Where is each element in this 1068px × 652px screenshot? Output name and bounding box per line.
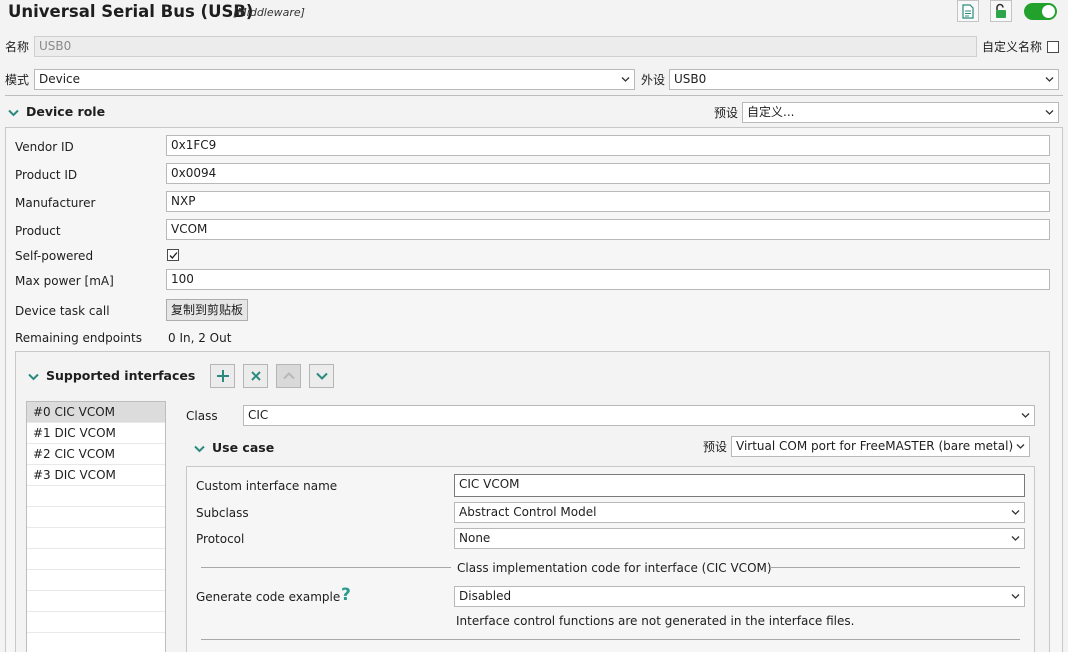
- add-icon[interactable]: [210, 364, 235, 388]
- product-id-label: Product ID: [15, 168, 78, 182]
- protocol-select-value: None: [459, 531, 491, 545]
- manufacturer-input[interactable]: NXP: [166, 191, 1050, 212]
- list-empty-row: [27, 549, 165, 570]
- name-input: USB0: [34, 36, 977, 57]
- checkmark-icon: [169, 252, 178, 259]
- chevron-down-icon: [621, 77, 630, 82]
- use-case-preset-value: Virtual COM port for FreeMASTER (bare me…: [736, 439, 1014, 453]
- name-label: 名称: [5, 40, 30, 54]
- class-select-value: CIC: [248, 408, 269, 422]
- protocol-label: Protocol: [196, 532, 245, 546]
- subclass-select[interactable]: Abstract Control Model: [454, 502, 1025, 523]
- product-label: Product: [15, 224, 61, 238]
- chevron-down-icon: [1021, 413, 1030, 418]
- product-input[interactable]: VCOM: [166, 219, 1050, 240]
- protocol-select[interactable]: None: [454, 528, 1025, 549]
- page-subtitle: [Middleware]: [233, 6, 305, 19]
- collapse-chevron-icon[interactable]: [194, 445, 205, 453]
- supported-interfaces-title[interactable]: Supported interfaces: [46, 368, 195, 384]
- collapse-chevron-icon[interactable]: [28, 373, 39, 381]
- help-icon[interactable]: ?: [341, 586, 351, 604]
- subclass-select-value: Abstract Control Model: [459, 505, 597, 519]
- use-case-preset-select[interactable]: Virtual COM port for FreeMASTER (bare me…: [731, 436, 1030, 457]
- collapse-chevron-icon[interactable]: [8, 109, 19, 117]
- self-powered-label: Self-powered: [15, 249, 94, 263]
- chevron-down-icon: [1016, 444, 1025, 449]
- move-down-icon[interactable]: [309, 364, 334, 388]
- generate-code-example-select[interactable]: Disabled: [454, 586, 1025, 607]
- list-empty-row: [27, 633, 165, 652]
- list-item[interactable]: #3 DIC VCOM: [27, 465, 165, 486]
- list-item[interactable]: #0 CIC VCOM: [27, 402, 165, 423]
- list-empty-row: [27, 612, 165, 633]
- chevron-down-icon: [1011, 510, 1020, 515]
- interface-list: #0 CIC VCOM #1 DIC VCOM #2 CIC VCOM #3 D…: [26, 401, 166, 652]
- manufacturer-label: Manufacturer: [15, 196, 96, 210]
- document-icon[interactable]: [957, 0, 979, 22]
- move-up-icon[interactable]: [276, 364, 301, 388]
- chevron-down-icon: [1011, 536, 1020, 541]
- unlock-icon[interactable]: [990, 0, 1012, 22]
- list-empty-row: [27, 528, 165, 549]
- use-case-title[interactable]: Use case: [212, 440, 274, 456]
- toggle-switch[interactable]: [1024, 3, 1057, 20]
- remove-icon[interactable]: [243, 364, 268, 388]
- list-empty-row: [27, 570, 165, 591]
- peripheral-select-value: USB0: [674, 72, 707, 86]
- device-role-preset-select[interactable]: 自定义...: [742, 102, 1059, 123]
- list-empty-row: [27, 507, 165, 528]
- class-label: Class: [186, 409, 218, 423]
- chevron-down-icon: [1011, 594, 1020, 599]
- mode-label: 模式: [5, 73, 30, 87]
- class-select[interactable]: CIC: [243, 405, 1035, 426]
- chevron-down-icon: [1045, 77, 1054, 82]
- divider: [770, 567, 1020, 568]
- self-powered-checkbox[interactable]: [167, 249, 179, 261]
- list-item[interactable]: #2 CIC VCOM: [27, 444, 165, 465]
- device-role-preset-value: 自定义...: [747, 105, 795, 119]
- toggle-knob: [1042, 5, 1055, 18]
- divider: [201, 567, 451, 568]
- max-power-input[interactable]: 100: [166, 269, 1050, 290]
- custom-interface-name-label: Custom interface name: [196, 479, 338, 493]
- vendor-id-input[interactable]: 0x1FC9: [166, 135, 1050, 156]
- peripheral-label: 外设: [641, 73, 666, 87]
- list-empty-row: [27, 591, 165, 612]
- list-empty-row: [27, 486, 165, 507]
- peripheral-select[interactable]: USB0: [669, 69, 1059, 90]
- page-title: Universal Serial Bus (USB): [8, 2, 254, 21]
- divider: [201, 639, 1020, 640]
- generate-code-example-label: Generate code example: [196, 590, 341, 604]
- chevron-down-icon: [1045, 110, 1054, 115]
- remaining-endpoints-label: Remaining endpoints: [15, 331, 142, 345]
- generate-code-example-value: Disabled: [459, 589, 512, 603]
- class-implementation-heading: Class implementation code for interface …: [457, 561, 772, 575]
- device-role-preset-label: 预设: [714, 106, 739, 120]
- list-item[interactable]: #1 DIC VCOM: [27, 423, 165, 444]
- vendor-id-label: Vendor ID: [15, 140, 74, 154]
- device-task-call-label: Device task call: [15, 304, 110, 318]
- copy-to-clipboard-button[interactable]: 复制到剪贴板: [166, 299, 249, 321]
- custom-name-checkbox[interactable]: [1047, 41, 1059, 53]
- max-power-label: Max power [mA]: [15, 274, 114, 288]
- subclass-label: Subclass: [196, 506, 249, 520]
- mode-select-value: Device: [39, 72, 81, 86]
- mode-select[interactable]: Device: [34, 69, 635, 90]
- device-role-title[interactable]: Device role: [26, 104, 105, 120]
- remaining-endpoints-value: 0 In, 2 Out: [168, 331, 232, 345]
- use-case-preset-label: 预设: [703, 440, 728, 454]
- interface-info-note: Interface control functions are not gene…: [456, 614, 855, 628]
- divider: [5, 95, 1063, 96]
- custom-name-label: 自定义名称: [982, 40, 1043, 54]
- custom-interface-name-input[interactable]: CIC VCOM: [454, 474, 1025, 497]
- product-id-input[interactable]: 0x0094: [166, 163, 1050, 184]
